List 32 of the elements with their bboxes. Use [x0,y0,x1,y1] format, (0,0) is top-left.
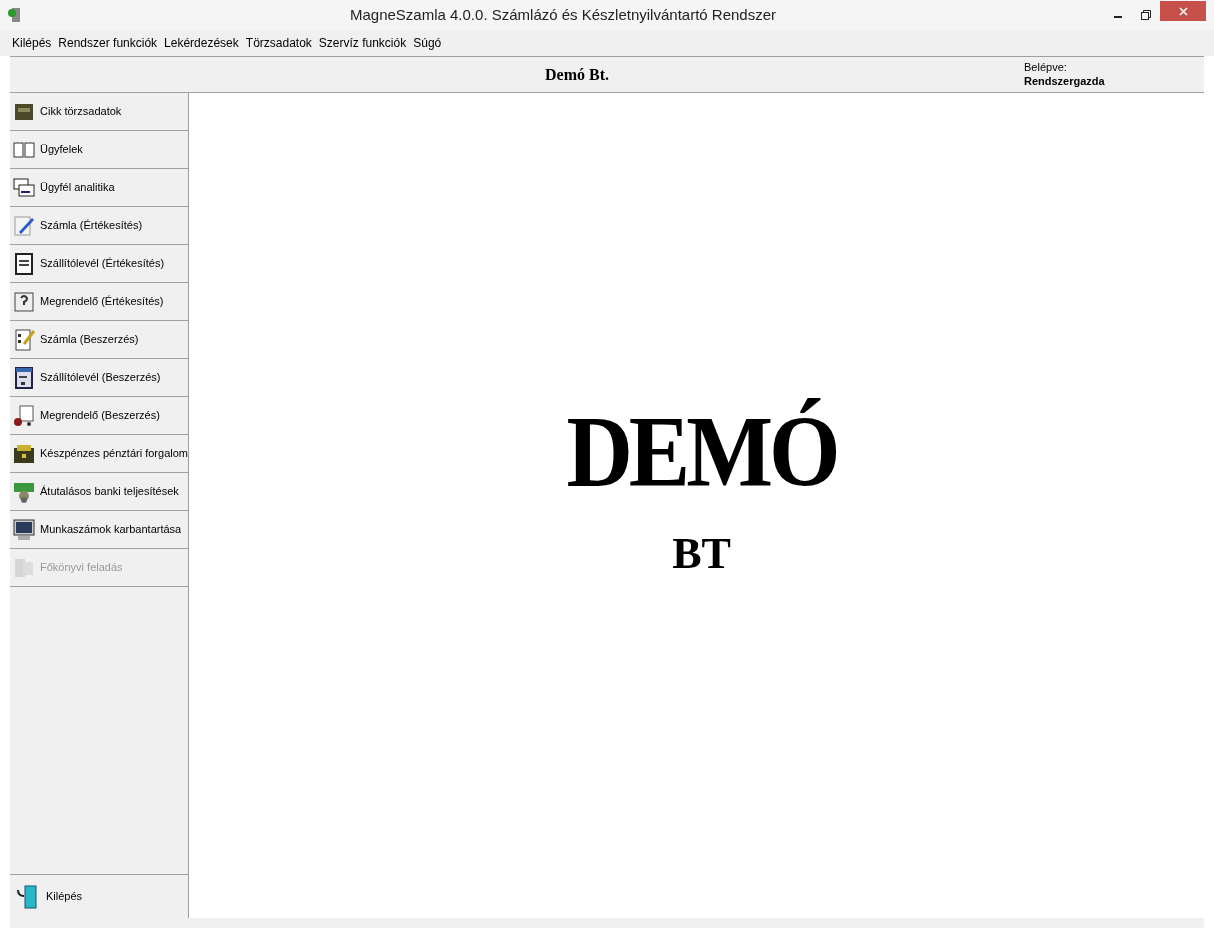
restore-icon [1141,10,1151,20]
window-title: MagneSzamla 4.0.0. Számlázó és Készletnyilvántartó Rendszer [348,4,777,25]
company-name: Demó Bt. [544,64,610,85]
sidebar-item[interactable]: Számla (Beszerzés) [10,321,188,359]
sidebar-item[interactable]: Megrendelő (Beszerzés) [10,397,188,435]
sidebar-item[interactable]: Számla (Értékesítés) [10,207,188,245]
close-icon [1178,6,1188,16]
sidebar-item[interactable]: Munkaszámok karbantartása [10,511,188,549]
logo-subtitle: BT [672,531,731,576]
app-icon [8,7,22,23]
menu-item[interactable]: Kilépés [12,34,52,52]
logo-title: DEMÓ [566,400,837,503]
login-label: Belépve: [1024,60,1068,75]
sidebar-item[interactable]: Szállítólevél (Beszerzés) [10,359,188,397]
document-icon [12,365,36,390]
menu-item[interactable]: Rendszer funkciók [58,34,158,52]
user-name: Rendszergazda [1024,74,1106,89]
sidebar-item[interactable]: Átutalásos banki teljesítések [10,473,188,511]
sidebar-item[interactable]: Szállítólevél (Értékesítés) [10,245,188,283]
sidebar-item[interactable]: Cikk törzsadatok [10,93,188,131]
sidebar-item[interactable]: Ügyfelek [10,131,188,169]
menu-item[interactable]: Szervíz funkciók [318,34,407,52]
menu-item[interactable]: Törzsadatok [245,34,312,52]
sidebar-item[interactable]: Készpénzes pénztári forgalom [10,435,188,473]
sidebar-item[interactable]: Ügyfél analitika [10,169,188,207]
menu-item[interactable]: Lekérdezések [164,34,239,52]
document-icon [12,251,36,276]
sidebar-item[interactable]: Megrendelő (Értékesítés) [10,283,188,321]
menu-item[interactable]: Súgó [413,34,442,52]
windows-icon [12,175,36,200]
door-icon [16,883,40,910]
checklist-icon [12,327,36,352]
